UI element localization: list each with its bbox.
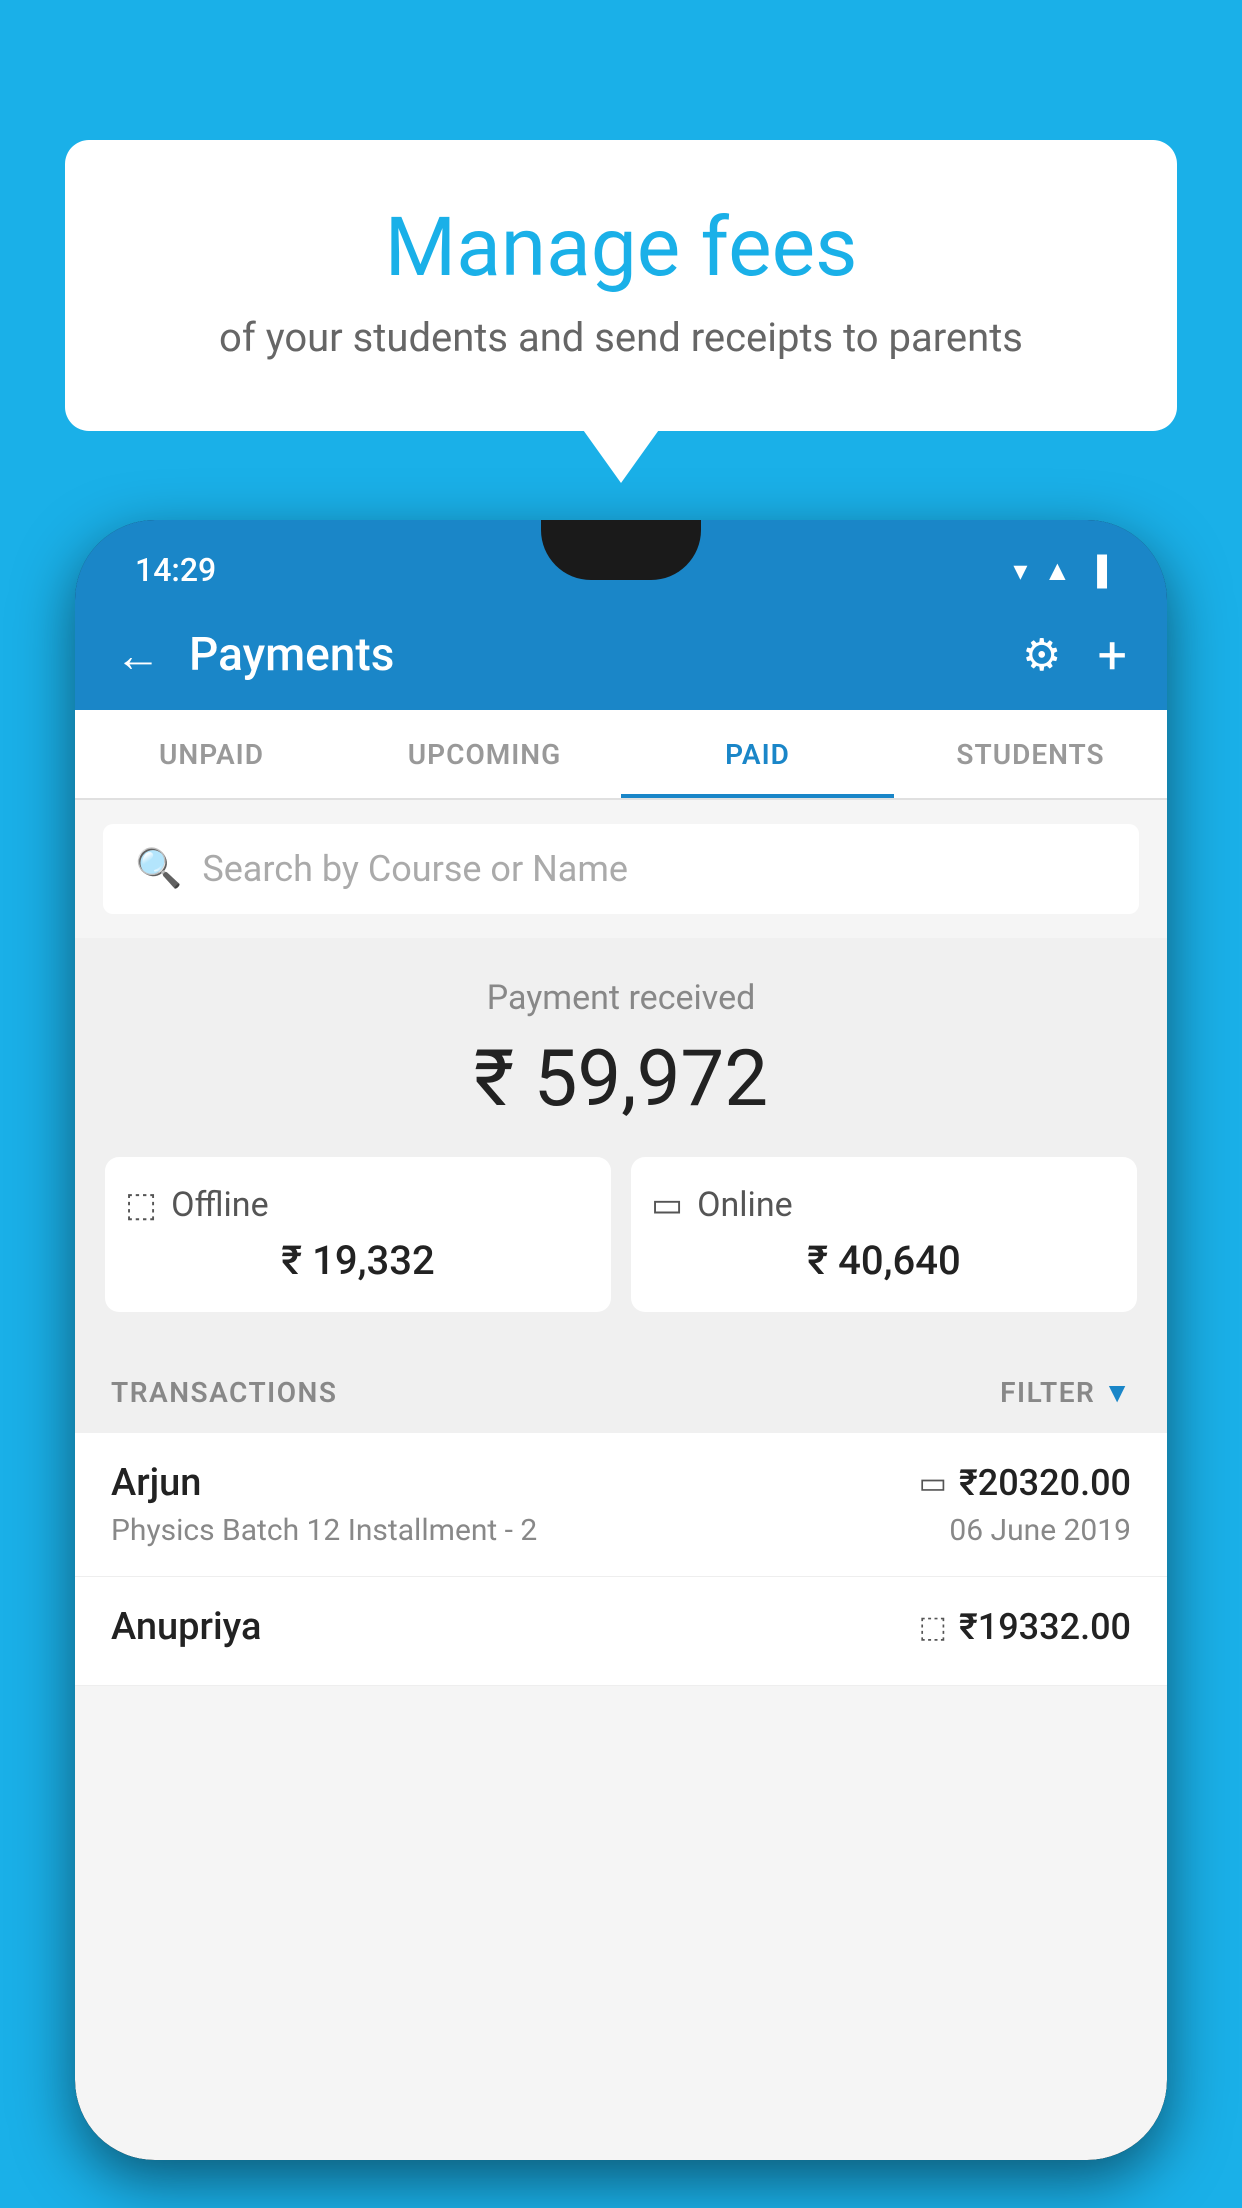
phone-screen: ← Payments ⚙ + UNPAID UPCOMING PAID STUD… [75,600,1167,2160]
transaction-amount: ₹19332.00 [959,1606,1131,1648]
bubble-subtitle: of your students and send receipts to pa… [115,314,1127,361]
transaction-name: Arjun [111,1461,201,1505]
search-bar-container: 🔍 Search by Course or Name [75,800,1167,938]
transaction-amount-area: ▭ ₹20320.00 [919,1462,1131,1504]
online-icon: ▭ [651,1185,683,1225]
gear-icon[interactable]: ⚙ [1022,629,1061,681]
online-card: ▭ Online ₹ 40,640 [631,1157,1137,1312]
speech-bubble: Manage fees of your students and send re… [65,140,1177,431]
phone-container: 14:29 ▾ ▲ ▐ ← Payments ⚙ + UNPAID [75,520,1167,2208]
online-label: Online [697,1185,793,1225]
tabs-bar: UNPAID UPCOMING PAID STUDENTS [75,710,1167,800]
cash-payment-icon: ⬚ [919,1610,947,1645]
app-toolbar: ← Payments ⚙ + [75,600,1167,710]
transaction-row[interactable]: Anupriya ⬚ ₹19332.00 [75,1577,1167,1686]
online-amount: ₹ 40,640 [651,1237,1117,1284]
transaction-top: Anupriya ⬚ ₹19332.00 [111,1605,1131,1649]
transaction-date: 06 June 2019 [949,1513,1131,1548]
search-input[interactable]: Search by Course or Name [202,848,628,890]
payment-total: ₹ 59,972 [95,1034,1147,1125]
filter-label: FILTER [1000,1376,1095,1409]
page-title: Payments [189,628,1022,682]
wifi-icon: ▾ [1013,554,1027,587]
offline-card: ⬚ Offline ₹ 19,332 [105,1157,611,1312]
transaction-amount-area: ⬚ ₹19332.00 [919,1606,1131,1648]
filter-area[interactable]: FILTER ▼ [1000,1376,1131,1409]
card-payment-icon: ▭ [919,1466,947,1501]
filter-icon: ▼ [1103,1376,1131,1409]
status-time: 14:29 [135,551,216,589]
phone-notch [541,520,701,580]
transaction-top: Arjun ▭ ₹20320.00 [111,1461,1131,1505]
transaction-course: Physics Batch 12 Installment - 2 [111,1513,537,1548]
transaction-name: Anupriya [111,1605,261,1649]
back-button[interactable]: ← [115,628,161,683]
offline-icon: ⬚ [125,1185,157,1225]
transaction-row[interactable]: Arjun ▭ ₹20320.00 Physics Batch 12 Insta… [75,1433,1167,1577]
tab-students[interactable]: STUDENTS [894,710,1167,798]
transactions-header: TRANSACTIONS FILTER ▼ [75,1352,1167,1433]
offline-amount: ₹ 19,332 [125,1237,591,1284]
online-card-header: ▭ Online [651,1185,1117,1225]
transactions-label: TRANSACTIONS [111,1376,337,1409]
transaction-bottom: Physics Batch 12 Installment - 2 06 June… [111,1513,1131,1548]
battery-icon: ▐ [1087,554,1107,587]
tab-paid[interactable]: PAID [621,710,894,798]
offline-card-header: ⬚ Offline [125,1185,591,1225]
phone: 14:29 ▾ ▲ ▐ ← Payments ⚙ + UNPAID [75,520,1167,2160]
search-bar[interactable]: 🔍 Search by Course or Name [103,824,1139,914]
search-icon: 🔍 [135,847,182,891]
bubble-title: Manage fees [115,200,1127,296]
offline-label: Offline [171,1185,268,1225]
payment-cards: ⬚ Offline ₹ 19,332 ▭ Online ₹ 40,640 [95,1157,1147,1312]
payment-label: Payment received [95,978,1147,1018]
transaction-amount: ₹20320.00 [959,1462,1131,1504]
status-icons: ▾ ▲ ▐ [1013,554,1107,587]
payment-received-section: Payment received ₹ 59,972 ⬚ Offline ₹ 19… [75,938,1167,1352]
add-button[interactable]: + [1097,625,1127,686]
speech-bubble-container: Manage fees of your students and send re… [65,140,1177,431]
tab-upcoming[interactable]: UPCOMING [348,710,621,798]
tab-unpaid[interactable]: UNPAID [75,710,348,798]
signal-icon: ▲ [1043,554,1071,587]
